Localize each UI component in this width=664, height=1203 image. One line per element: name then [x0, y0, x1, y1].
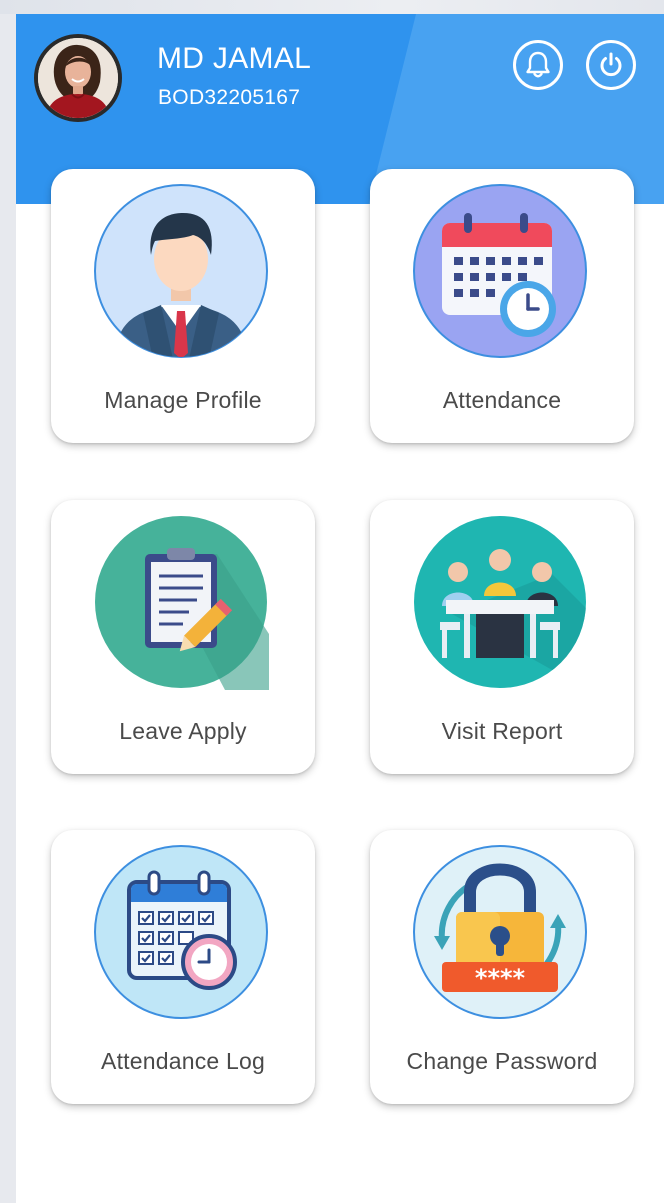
- app-screen: MD JAMAL BOD32205167 Manage Profile Atte…: [16, 14, 664, 1203]
- visit-report-label: Visit Report: [441, 718, 563, 744]
- leave-apply-label: Leave Apply: [119, 718, 247, 744]
- manage-profile-label: Manage Profile: [104, 387, 262, 413]
- manage-profile-card[interactable]: Manage Profile: [51, 169, 315, 443]
- svg-text:****: ****: [475, 964, 526, 992]
- logout-button[interactable]: [586, 40, 636, 90]
- manage-profile-icon: [94, 184, 268, 358]
- visit-report-card[interactable]: Visit Report: [370, 500, 634, 774]
- user-id: BOD32205167: [158, 86, 301, 109]
- change-password-label: Change Password: [406, 1048, 598, 1074]
- clipboard-pencil-icon: [95, 516, 269, 690]
- attendance-log-card[interactable]: Attendance Log: [51, 830, 315, 1104]
- attendance-calendar-icon: [413, 184, 587, 358]
- attendance-card[interactable]: Attendance: [370, 169, 634, 443]
- power-icon: [600, 52, 622, 77]
- change-password-card[interactable]: **** Change Password: [370, 830, 634, 1104]
- user-name: MD JAMAL: [157, 42, 312, 75]
- notification-button[interactable]: [513, 40, 563, 90]
- calendar-checklist-icon: [94, 845, 268, 1019]
- meeting-icon: [414, 516, 586, 688]
- side-strip: [0, 14, 16, 1203]
- bell-icon: [526, 51, 550, 78]
- status-strip: [0, 0, 664, 14]
- attendance-label: Attendance: [442, 387, 562, 413]
- attendance-log-label: Attendance Log: [101, 1048, 265, 1074]
- avatar[interactable]: [34, 34, 122, 122]
- leave-apply-card[interactable]: Leave Apply: [51, 500, 315, 774]
- padlock-icon: ****: [413, 845, 587, 1019]
